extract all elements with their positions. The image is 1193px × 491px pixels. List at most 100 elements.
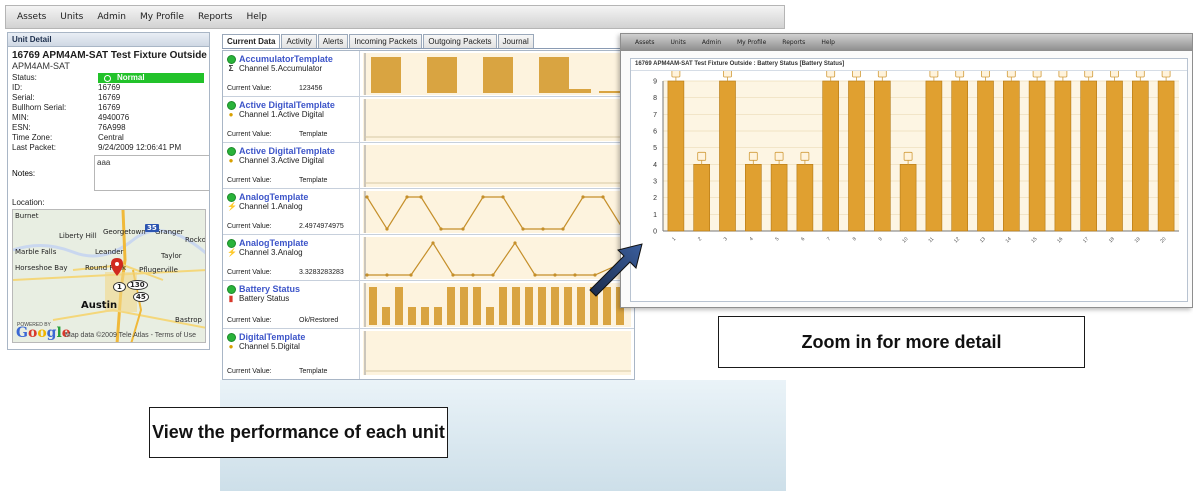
current-value-text: Template: [299, 368, 328, 375]
tab-current-data[interactable]: Current Data: [222, 34, 281, 48]
channel-info: Active DigitalTemplate ● Channel 1.Active…: [223, 97, 360, 142]
zoom-menu-units[interactable]: Units: [663, 39, 694, 46]
chart-bar: [977, 80, 994, 232]
chart-bar: [1132, 80, 1149, 232]
x-tick-label: 19: [1134, 236, 1142, 244]
channel-name[interactable]: AnalogTemplate: [227, 192, 355, 202]
status-ok-icon: [227, 146, 236, 156]
status-ok-icon: [227, 100, 236, 110]
chart-bar: [1157, 80, 1175, 232]
chart-bar: [1028, 80, 1046, 232]
channel-row[interactable]: AnalogTemplate ⚡ Channel 3.Analog Current…: [223, 235, 634, 281]
property-value: 9/24/2009 12:06:41 PM: [98, 143, 182, 152]
channel-name-text: Active DigitalTemplate: [239, 146, 335, 156]
channel-subtitle: ● Channel 5.Digital: [227, 342, 355, 351]
channel-subtitle-text: Channel 1.Active Digital: [239, 110, 324, 119]
notes-row: Notes: aaa: [8, 155, 209, 195]
x-tick-label: 7: [826, 236, 832, 242]
data-label-box: [1084, 71, 1094, 78]
chart-bar: [848, 80, 865, 232]
data-label-box: [748, 151, 758, 161]
channel-name[interactable]: Active DigitalTemplate: [227, 100, 355, 110]
x-tick-label: 8: [852, 236, 858, 242]
chart-bar: [770, 164, 788, 232]
chart-bar: [796, 164, 814, 232]
chart-bar: [1080, 80, 1097, 232]
notes-textarea[interactable]: aaa: [94, 155, 209, 191]
data-label-box: [929, 71, 939, 78]
property-key: Bullhorn Serial:: [12, 103, 67, 112]
current-value: Current Value: Template: [227, 177, 357, 184]
data-label-box: [800, 151, 810, 161]
channel-name[interactable]: DigitalTemplate: [227, 332, 355, 342]
tab-journal[interactable]: Journal: [497, 34, 534, 48]
current-value: Current Value: 3.3283283283: [227, 269, 357, 276]
current-value-text: Ok/Restored: [299, 317, 339, 324]
channel-subtitle-text: Battery Status: [239, 294, 290, 303]
x-tick-label: 6: [800, 236, 806, 242]
channel-name[interactable]: AccumulatorTemplate: [227, 54, 355, 64]
channel-row[interactable]: DigitalTemplate ● Channel 5.Digital Curre…: [223, 329, 634, 379]
unit-subtitle: APM4AM-SAT: [12, 61, 70, 71]
menu-reports[interactable]: Reports: [191, 12, 240, 22]
channel-sparkline: [363, 145, 631, 187]
zoom-menu-my-profile[interactable]: My Profile: [729, 39, 774, 46]
zoom-menu-assets[interactable]: Assets: [627, 39, 663, 46]
property-key: ID:: [12, 83, 23, 92]
channel-row[interactable]: Active DigitalTemplate ● Channel 3.Active…: [223, 143, 634, 189]
zoom-menu-reports[interactable]: Reports: [774, 39, 813, 46]
menu-my-profile[interactable]: My Profile: [133, 12, 191, 22]
highway-shield: 45: [133, 292, 149, 302]
menu-help[interactable]: Help: [239, 12, 274, 22]
zoom-menu-help[interactable]: Help: [813, 39, 843, 46]
current-value-text: 123456: [299, 85, 323, 92]
current-value: Current Value: Ok/Restored: [227, 317, 357, 324]
channel-name-text: DigitalTemplate: [239, 332, 306, 342]
channel-name[interactable]: Battery Status: [227, 284, 355, 294]
channel-info: DigitalTemplate ● Channel 5.Digital Curre…: [223, 329, 360, 379]
current-value-label: Current Value:: [227, 85, 272, 92]
channel-sparkline: [363, 53, 631, 95]
y-tick-label: 4: [653, 162, 657, 169]
y-tick-label: 5: [653, 145, 657, 152]
tab-incoming-packets[interactable]: Incoming Packets: [349, 34, 423, 48]
x-tick-label: 14: [1005, 236, 1013, 244]
tab-activity[interactable]: Activity: [281, 34, 317, 48]
menu-admin[interactable]: Admin: [90, 12, 133, 22]
property-key: Last Packet:: [12, 143, 57, 152]
channel-row[interactable]: Battery Status ▮ Battery Status Current V…: [223, 281, 634, 329]
channel-row[interactable]: AnalogTemplate ⚡ Channel 1.Analog Current…: [223, 189, 634, 235]
digital-icon: ●: [228, 156, 234, 165]
location-map[interactable]: Burnet Liberty Hill Georgetown Granger R…: [12, 209, 206, 343]
zoom-arrow-icon: [589, 243, 643, 297]
chart-bar: [693, 164, 710, 232]
menu-assets[interactable]: Assets: [10, 12, 53, 22]
x-tick-label: 20: [1159, 236, 1167, 244]
tab-outgoing-packets[interactable]: Outgoing Packets: [423, 34, 497, 48]
map-copyright[interactable]: Map data ©2009 Tele Atlas - Terms of Use: [65, 332, 196, 339]
chart-bar: [874, 80, 891, 232]
zoom-menu-admin[interactable]: Admin: [694, 39, 729, 46]
chart-bar: [899, 164, 917, 232]
y-tick-label: 2: [653, 195, 657, 202]
channel-row[interactable]: AccumulatorTemplate Σ Channel 5.Accumulat…: [223, 51, 634, 97]
x-tick-label: 15: [1030, 236, 1038, 244]
channel-name[interactable]: AnalogTemplate: [227, 238, 355, 248]
google-logo: Google: [16, 325, 71, 341]
tab-alerts[interactable]: Alerts: [317, 34, 349, 48]
current-value-label: Current Value:: [227, 269, 272, 276]
channel-sparkline: [363, 331, 631, 375]
property-value: 4940076: [98, 113, 130, 122]
notes-label: Notes:: [12, 169, 36, 178]
data-label-box: [774, 151, 784, 161]
chart-bar: [745, 164, 762, 232]
main-menubar: Assets Units Admin My Profile Reports He…: [5, 5, 785, 29]
plot-area: [663, 81, 1179, 231]
channel-subtitle: Σ Channel 5.Accumulator: [227, 64, 355, 73]
data-label-box: [697, 151, 707, 161]
channel-name[interactable]: Active DigitalTemplate: [227, 146, 355, 156]
menu-units[interactable]: Units: [53, 12, 90, 22]
channel-row[interactable]: Active DigitalTemplate ● Channel 1.Active…: [223, 97, 634, 143]
channel-info: AccumulatorTemplate Σ Channel 5.Accumulat…: [223, 51, 360, 96]
y-tick-label: 0: [653, 229, 657, 236]
